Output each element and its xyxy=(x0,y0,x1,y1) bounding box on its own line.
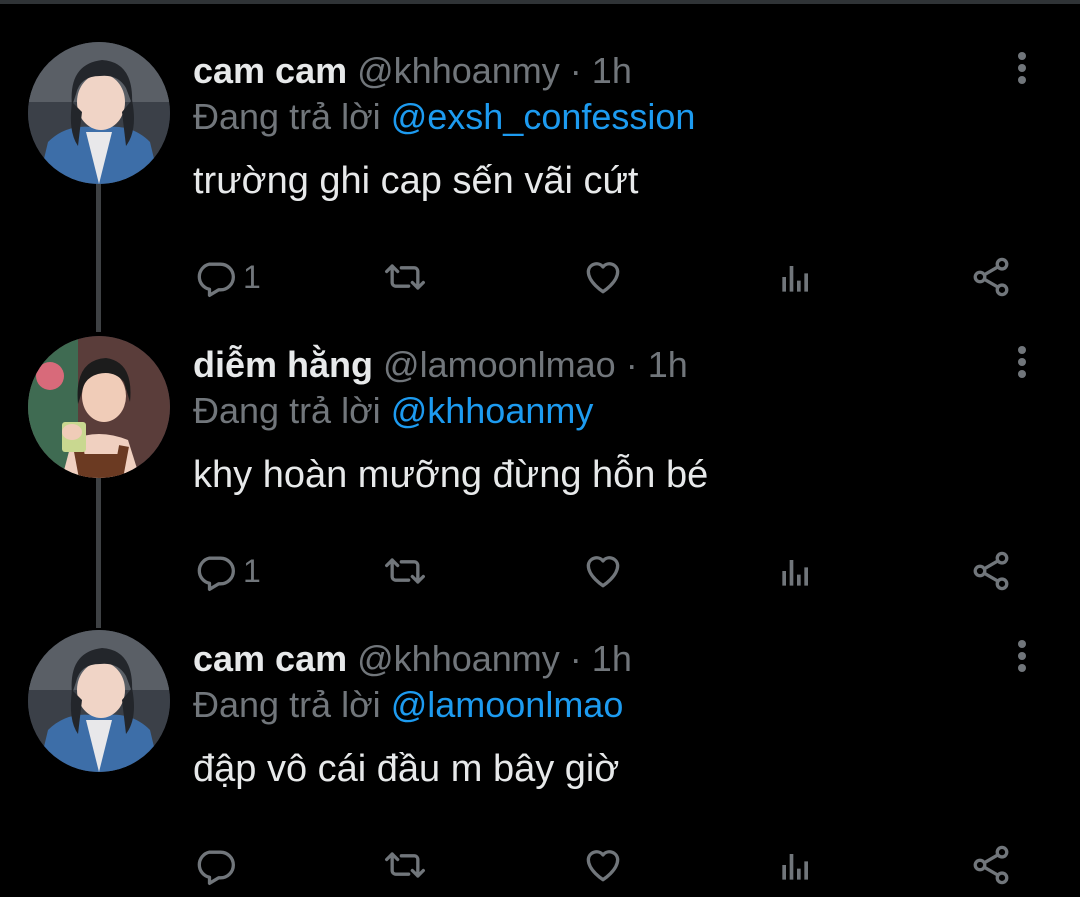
share-button[interactable] xyxy=(969,252,1013,302)
separator-dot: · xyxy=(569,638,582,679)
heart-icon xyxy=(586,262,620,294)
share-icon xyxy=(973,257,1009,297)
more-vertical-icon[interactable] xyxy=(1005,48,1039,92)
avatar-image xyxy=(28,42,170,184)
mention-link[interactable]: @exsh_confession xyxy=(391,96,696,137)
replying-to: Đang trả lời @lamoonlmao xyxy=(193,680,623,730)
speech-bubble-icon xyxy=(197,556,235,591)
share-button[interactable] xyxy=(969,840,1013,890)
reply-button[interactable]: 1 xyxy=(193,252,261,302)
separator-dot: · xyxy=(569,50,582,91)
like-button[interactable] xyxy=(581,546,625,596)
heart-icon xyxy=(586,850,620,882)
retweet-button[interactable] xyxy=(383,840,427,890)
action-bar xyxy=(193,840,1023,890)
reply-button[interactable]: 1 xyxy=(193,546,261,596)
bar-chart-icon xyxy=(782,560,808,586)
timestamp[interactable]: 1h xyxy=(592,638,632,679)
timestamp[interactable]: 1h xyxy=(592,50,632,91)
retweet-button[interactable] xyxy=(383,546,427,596)
reply-count: 1 xyxy=(243,258,261,295)
user-handle[interactable]: @khhoanmy xyxy=(357,638,560,679)
share-icon xyxy=(973,845,1009,885)
views-button[interactable] xyxy=(775,840,819,890)
views-button[interactable] xyxy=(775,252,819,302)
user-handle[interactable]: @lamoonlmao xyxy=(383,344,616,385)
tweet[interactable]: cam cam @khhoanmy · 1h Đang trả lời @exs… xyxy=(0,42,1080,312)
separator-dot: · xyxy=(625,344,638,385)
timestamp[interactable]: 1h xyxy=(648,344,688,385)
mention-link[interactable]: @lamoonlmao xyxy=(391,684,624,725)
share-icon xyxy=(973,551,1009,591)
action-bar: 1 xyxy=(193,546,1023,596)
bar-chart-icon xyxy=(782,854,808,880)
share-button[interactable] xyxy=(969,546,1013,596)
retweet-icon xyxy=(385,558,425,584)
user-handle[interactable]: @khhoanmy xyxy=(357,50,560,91)
retweet-button[interactable] xyxy=(383,252,427,302)
bar-chart-icon xyxy=(782,266,808,292)
tweet-text: khy hoàn mưỡng đừng hỗn bé xyxy=(193,454,709,496)
more-vertical-icon[interactable] xyxy=(1005,636,1039,680)
like-button[interactable] xyxy=(581,840,625,890)
reply-button[interactable] xyxy=(193,840,243,890)
retweet-icon xyxy=(385,852,425,878)
reply-count: 1 xyxy=(243,552,261,589)
retweet-icon xyxy=(385,264,425,290)
avatar[interactable] xyxy=(28,336,170,478)
tweet-text: đập vô cái đầu m bây giờ xyxy=(193,748,620,790)
speech-bubble-icon xyxy=(197,850,235,885)
avatar-image xyxy=(28,630,170,772)
replying-to: Đang trả lời @exsh_confession xyxy=(193,92,695,142)
display-name[interactable]: diễm hằng xyxy=(193,344,373,385)
tweet[interactable]: cam cam @khhoanmy · 1h Đang trả lời @lam… xyxy=(0,630,1080,892)
more-vertical-icon[interactable] xyxy=(1005,342,1039,386)
replying-to-label: Đang trả lời xyxy=(193,684,381,725)
speech-bubble-icon xyxy=(197,262,235,297)
heart-icon xyxy=(586,556,620,588)
avatar[interactable] xyxy=(28,42,170,184)
tweet-text: trường ghi cap sến vãi cứt xyxy=(193,160,639,202)
action-bar: 1 xyxy=(193,252,1023,302)
like-button[interactable] xyxy=(581,252,625,302)
mention-link[interactable]: @khhoanmy xyxy=(391,390,594,431)
display-name[interactable]: cam cam xyxy=(193,50,347,91)
display-name[interactable]: cam cam xyxy=(193,638,347,679)
replying-to-label: Đang trả lời xyxy=(193,390,381,431)
tweet[interactable]: diễm hằng @lamoonlmao · 1h Đang trả lời … xyxy=(0,336,1080,606)
replying-to: Đang trả lời @khhoanmy xyxy=(193,386,593,436)
avatar[interactable] xyxy=(28,630,170,772)
top-divider xyxy=(0,0,1080,4)
avatar-image xyxy=(28,336,170,478)
replying-to-label: Đang trả lời xyxy=(193,96,381,137)
views-button[interactable] xyxy=(775,546,819,596)
